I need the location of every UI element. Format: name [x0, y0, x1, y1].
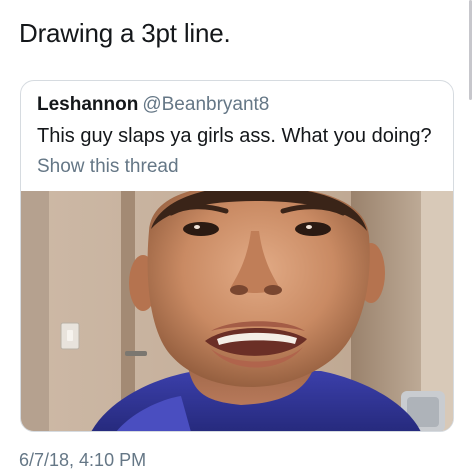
- quoted-author-handle[interactable]: @Beanbryant8: [142, 94, 269, 115]
- quoted-tweet-text: This guy slaps ya girls ass. What you do…: [37, 125, 432, 147]
- tweet-text: Drawing a 3pt line.: [19, 18, 231, 48]
- quoted-tweet-card[interactable]: Leshannon @Beanbryant8 This guy slaps ya …: [20, 80, 454, 432]
- quoted-tweet-header: Leshannon @Beanbryant8: [37, 93, 269, 117]
- quoted-tweet-photo[interactable]: [21, 191, 453, 431]
- tweet-timestamp[interactable]: 6/7/18, 4:10 PM: [19, 448, 146, 472]
- tweet-detail-view: Drawing a 3pt line. Leshannon @Beanbryant…: [0, 0, 474, 476]
- scroll-indicator[interactable]: [469, 0, 472, 100]
- selfie-photo-image: [21, 191, 453, 431]
- show-thread-link[interactable]: Show this thread: [37, 154, 179, 180]
- quoted-author-name[interactable]: Leshannon: [37, 94, 138, 115]
